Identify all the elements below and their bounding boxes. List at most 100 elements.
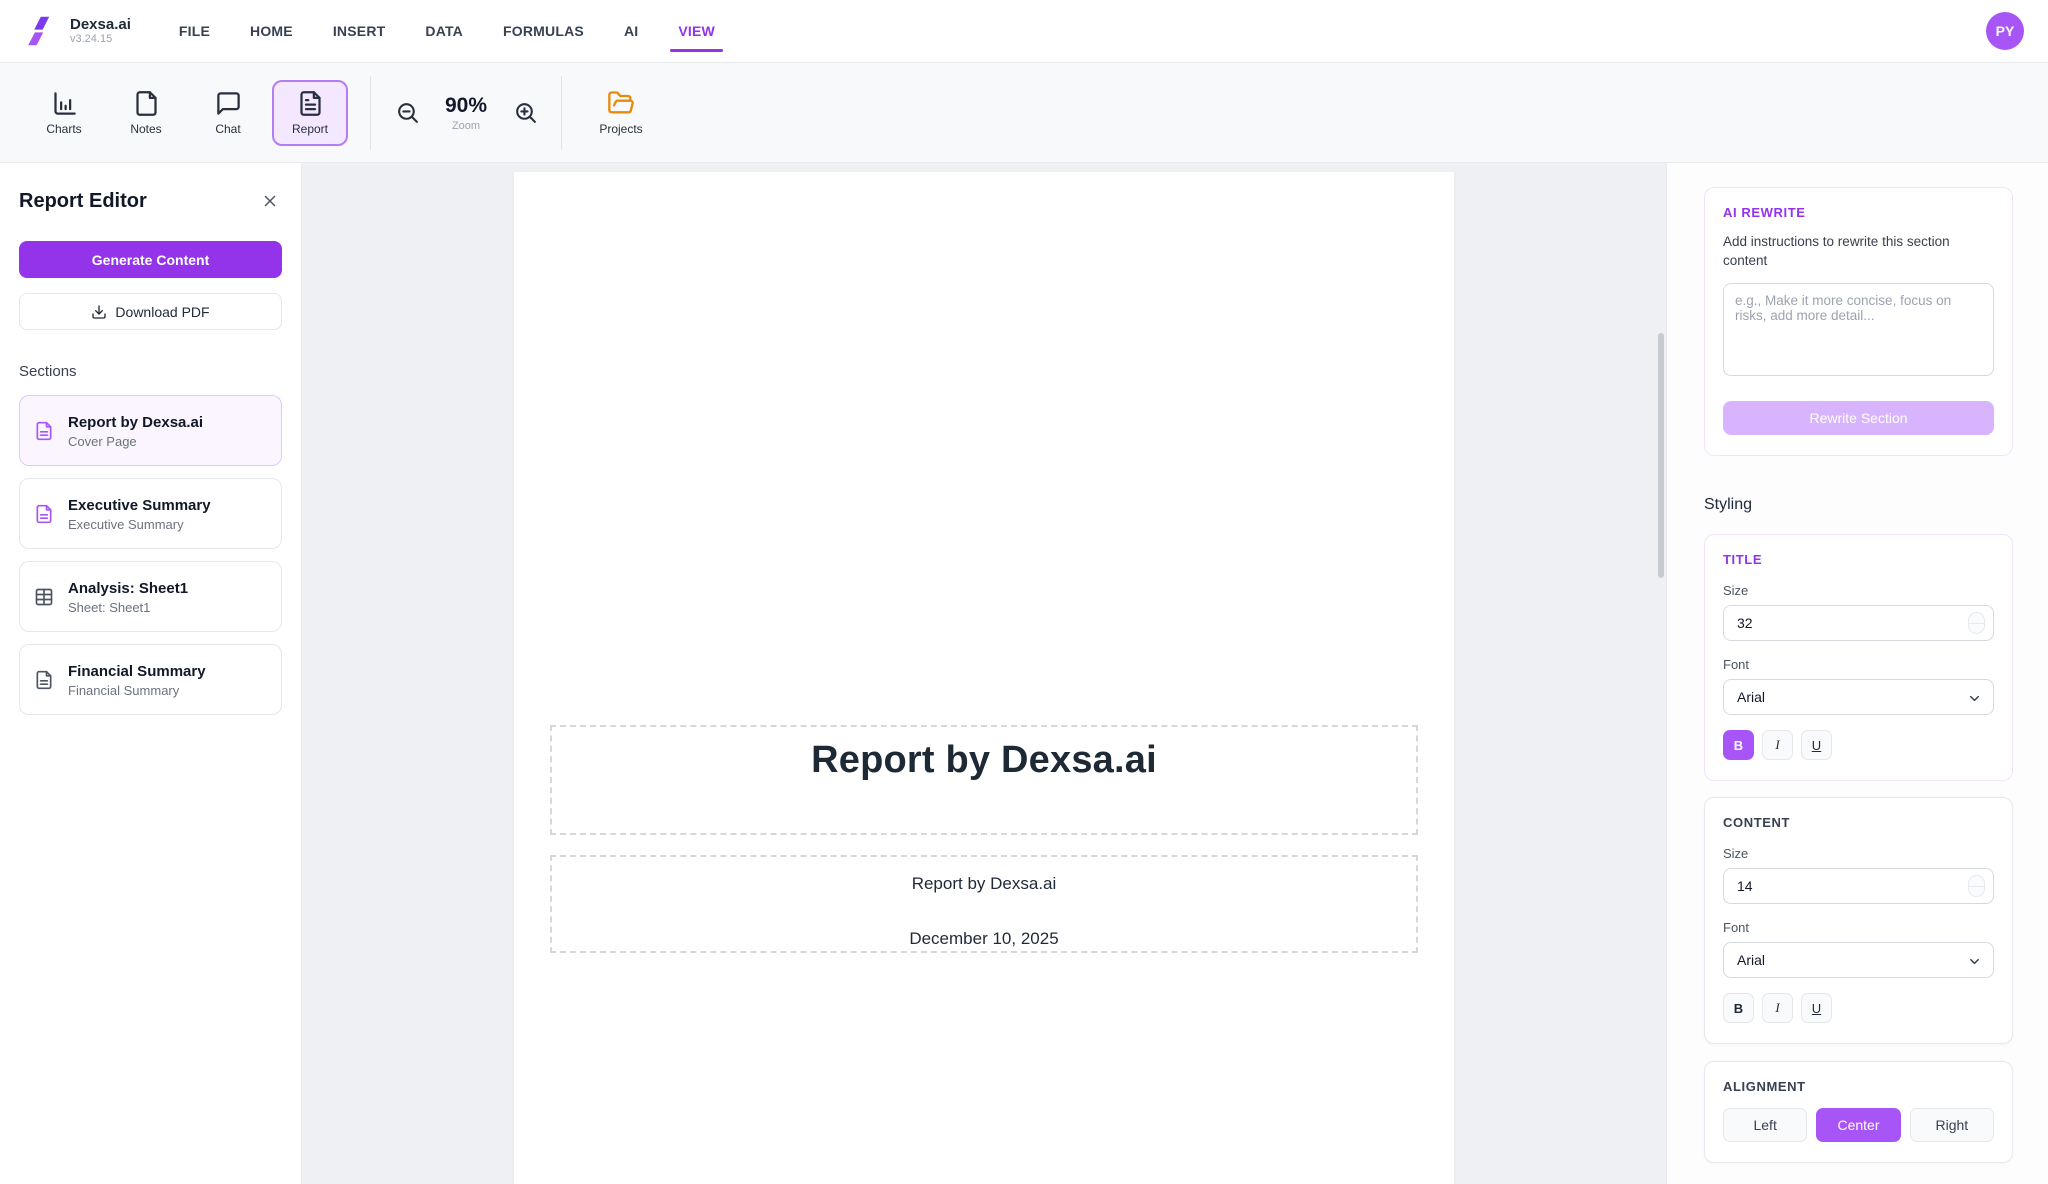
content-underline-button[interactable]: U <box>1801 993 1832 1023</box>
rewrite-section-button[interactable]: Rewrite Section <box>1723 401 1994 435</box>
folder-open-icon <box>607 89 635 117</box>
report-content-block[interactable]: Report by Dexsa.ai December 10, 2025 <box>550 855 1418 953</box>
title-size-label: Size <box>1723 583 1994 598</box>
section-item-financial-summary[interactable]: Financial Summary Financial Summary <box>19 644 282 715</box>
title-underline-button[interactable]: U <box>1801 730 1832 760</box>
zoom-display: 90% Zoom <box>433 94 499 132</box>
section-subtitle: Executive Summary <box>68 517 211 532</box>
ai-rewrite-input[interactable] <box>1723 283 1994 376</box>
align-center-button[interactable]: Center <box>1816 1108 1900 1142</box>
sections-heading: Sections <box>19 363 282 380</box>
report-title-block[interactable]: Report by Dexsa.ai <box>550 725 1418 835</box>
alignment-heading: ALIGNMENT <box>1723 1079 1994 1094</box>
report-editor-panel: Report Editor Generate Content Download … <box>0 163 302 1184</box>
app-logo-icon <box>24 13 60 49</box>
file-text-icon <box>34 670 54 690</box>
title-font-label: Font <box>1723 657 1994 672</box>
report-date: December 10, 2025 <box>552 929 1416 949</box>
number-stepper-icon[interactable] <box>1968 875 1985 897</box>
section-list: Report by Dexsa.ai Cover Page Executive … <box>19 395 282 715</box>
download-icon <box>91 304 107 320</box>
section-title: Report by Dexsa.ai <box>68 413 203 432</box>
title-styling-card: TITLE Size Font Arial B I U <box>1704 534 2013 781</box>
user-avatar[interactable]: PY <box>1986 12 2024 50</box>
content-styling-card: CONTENT Size Font Arial B I U <box>1704 797 2013 1044</box>
menu-insert[interactable]: INSERT <box>333 23 386 39</box>
toolbar-divider <box>561 76 562 150</box>
section-subtitle: Financial Summary <box>68 683 206 698</box>
content-card-heading: CONTENT <box>1723 815 1994 830</box>
content-font-select[interactable]: Arial <box>1723 942 1994 978</box>
zoom-in-icon <box>513 100 538 125</box>
zoom-out-icon <box>395 100 420 125</box>
menu-home[interactable]: HOME <box>250 23 293 39</box>
brand: Dexsa.ai v3.24.15 <box>24 13 131 49</box>
ai-rewrite-card: AI REWRITE Add instructions to rewrite t… <box>1704 187 2013 456</box>
report-page: Report by Dexsa.ai Report by Dexsa.ai De… <box>514 172 1454 1184</box>
report-body-line: Report by Dexsa.ai <box>552 874 1416 894</box>
zoom-out-button[interactable] <box>387 93 427 133</box>
file-icon <box>133 90 160 117</box>
toolbar-divider <box>370 76 371 150</box>
app-header: Dexsa.ai v3.24.15 FILE HOME INSERT DATA … <box>0 0 2048 63</box>
app-version: v3.24.15 <box>70 33 131 46</box>
menu-data[interactable]: DATA <box>425 23 463 39</box>
chevron-down-icon <box>1967 954 1982 969</box>
number-stepper-icon[interactable] <box>1968 612 1985 634</box>
title-card-heading: TITLE <box>1723 552 1994 567</box>
view-toolbar: Charts Notes Chat <box>0 63 2048 163</box>
inspector-panel: AI REWRITE Add instructions to rewrite t… <box>1666 163 2048 1184</box>
title-size-input[interactable] <box>1723 605 1994 641</box>
chat-button[interactable]: Chat <box>190 80 266 146</box>
file-text-icon <box>34 421 54 441</box>
charts-icon <box>51 90 78 117</box>
menu-formulas[interactable]: FORMULAS <box>503 23 584 39</box>
align-left-button[interactable]: Left <box>1723 1108 1807 1142</box>
content-bold-button[interactable]: B <box>1723 993 1754 1023</box>
brand-text: Dexsa.ai v3.24.15 <box>70 16 131 46</box>
generate-content-button[interactable]: Generate Content <box>19 241 282 278</box>
alignment-card: ALIGNMENT Left Center Right <box>1704 1061 2013 1163</box>
panel-title: Report Editor <box>19 190 147 213</box>
notes-button[interactable]: Notes <box>108 80 184 146</box>
file-text-icon <box>297 90 324 117</box>
document-canvas[interactable]: Report by Dexsa.ai Report by Dexsa.ai De… <box>302 163 1666 1184</box>
ai-rewrite-heading: AI REWRITE <box>1723 205 1994 220</box>
menu-file[interactable]: FILE <box>179 23 210 39</box>
chevron-down-icon <box>1967 691 1982 706</box>
download-pdf-button[interactable]: Download PDF <box>19 293 282 330</box>
section-subtitle: Sheet: Sheet1 <box>68 600 188 615</box>
app-root: Dexsa.ai v3.24.15 FILE HOME INSERT DATA … <box>0 0 2048 1184</box>
menu-view[interactable]: VIEW <box>678 23 715 39</box>
title-font-select[interactable]: Arial <box>1723 679 1994 715</box>
app-title: Dexsa.ai <box>70 16 131 33</box>
title-italic-button[interactable]: I <box>1762 730 1793 760</box>
chat-bubble-icon <box>215 90 242 117</box>
content-font-label: Font <box>1723 920 1994 935</box>
menu-ai[interactable]: AI <box>624 23 638 39</box>
title-bold-button[interactable]: B <box>1723 730 1754 760</box>
section-item-executive-summary[interactable]: Executive Summary Executive Summary <box>19 478 282 549</box>
report-button[interactable]: Report <box>272 80 348 146</box>
table-icon <box>34 587 54 607</box>
close-panel-button[interactable] <box>258 189 282 213</box>
report-title-text: Report by Dexsa.ai <box>552 739 1416 782</box>
vertical-scrollbar[interactable] <box>1658 333 1664 578</box>
align-right-button[interactable]: Right <box>1910 1108 1994 1142</box>
projects-button[interactable]: Projects <box>578 80 664 146</box>
zoom-in-button[interactable] <box>505 93 545 133</box>
main-menu: FILE HOME INSERT DATA FORMULAS AI VIEW <box>179 23 715 39</box>
ai-rewrite-description: Add instructions to rewrite this section… <box>1723 232 1994 270</box>
zoom-value: 90% <box>433 94 499 118</box>
content-italic-button[interactable]: I <box>1762 993 1793 1023</box>
section-title: Analysis: Sheet1 <box>68 579 188 598</box>
section-item-analysis-sheet1[interactable]: Analysis: Sheet1 Sheet: Sheet1 <box>19 561 282 632</box>
section-title: Financial Summary <box>68 662 206 681</box>
zoom-caption: Zoom <box>433 120 499 132</box>
styling-heading: Styling <box>1704 496 2013 514</box>
content-size-input[interactable] <box>1723 868 1994 904</box>
section-item-cover-page[interactable]: Report by Dexsa.ai Cover Page <box>19 395 282 466</box>
charts-button[interactable]: Charts <box>26 80 102 146</box>
file-text-icon <box>34 504 54 524</box>
section-title: Executive Summary <box>68 496 211 515</box>
